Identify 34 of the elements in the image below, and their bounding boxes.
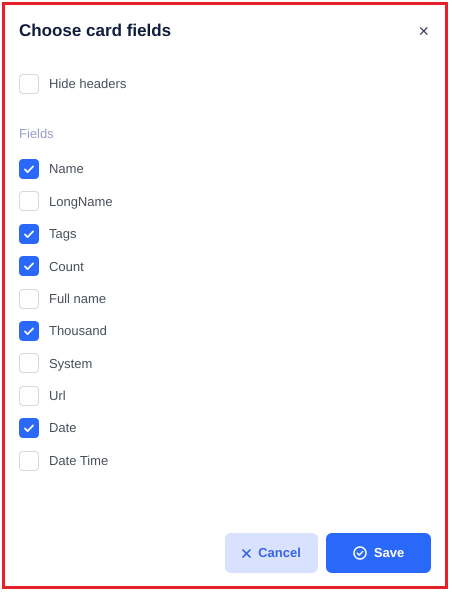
- checkbox[interactable]: [19, 159, 39, 180]
- checkbox-label: Tags: [49, 225, 76, 244]
- check-icon: [23, 163, 35, 176]
- checkbox-label: Date: [49, 419, 76, 438]
- checkbox[interactable]: [19, 256, 39, 276]
- checkbox-label: Date Time: [49, 452, 108, 470]
- cancel-button[interactable]: Cancel: [225, 533, 318, 573]
- checkbox-label: Count: [49, 258, 84, 276]
- checkbox-label: LongName: [49, 192, 113, 211]
- checkbox[interactable]: [19, 418, 39, 438]
- checkbox[interactable]: [19, 224, 39, 244]
- checkbox-label: System: [49, 354, 92, 373]
- checkbox[interactable]: [19, 191, 39, 212]
- check-icon: [23, 422, 35, 434]
- checkbox-label: Full name: [49, 290, 106, 308]
- checkbox[interactable]: [19, 288, 39, 309]
- check-icon: [23, 260, 35, 272]
- checkbox[interactable]: [19, 321, 39, 342]
- section-label: Fields: [19, 125, 54, 144]
- close-icon: [242, 548, 252, 558]
- dialog-title: Choose card fields: [19, 20, 172, 42]
- close-button[interactable]: ×: [418, 22, 429, 40]
- save-button[interactable]: Save: [326, 533, 431, 573]
- check-icon: [23, 325, 35, 338]
- check-circle-icon: [352, 546, 367, 560]
- checkbox[interactable]: [19, 386, 39, 406]
- checkbox[interactable]: [19, 74, 39, 94]
- checkbox-label: Hide headers: [49, 75, 126, 94]
- checkbox[interactable]: [19, 353, 39, 374]
- checkbox-label: Thousand: [49, 322, 107, 340]
- checkbox[interactable]: [19, 450, 39, 471]
- checkbox-label: Name: [49, 160, 84, 178]
- checkbox-label: Url: [49, 387, 66, 406]
- check-icon: [23, 228, 35, 240]
